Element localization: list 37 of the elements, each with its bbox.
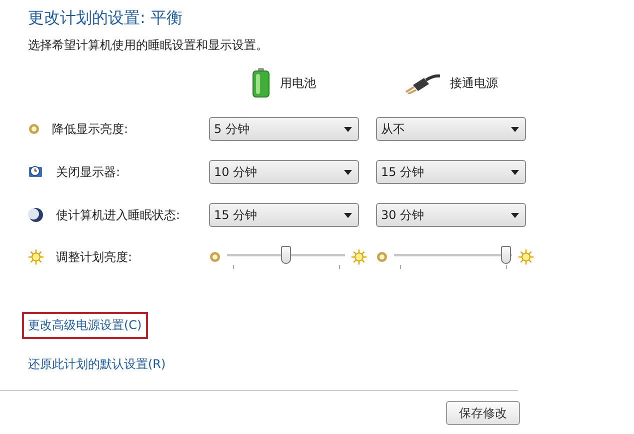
dropdown[interactable]: 5 分钟 bbox=[209, 117, 359, 141]
page-title: 更改计划的设置: 平衡 bbox=[28, 8, 184, 29]
dim-brightness-icon bbox=[28, 123, 40, 135]
moon-icon bbox=[28, 207, 44, 223]
dropdown[interactable]: 15 分钟 bbox=[209, 203, 359, 227]
caret-icon bbox=[344, 212, 352, 218]
dropdown[interactable]: 10 分钟 bbox=[209, 160, 359, 184]
brightness-slider[interactable] bbox=[227, 246, 345, 268]
save-button[interactable]: 保存修改 bbox=[446, 401, 520, 425]
page-description: 选择希望计算机使用的睡眠设置和显示设置。 bbox=[28, 37, 269, 54]
dim-brightness-icon bbox=[209, 251, 221, 263]
caret-icon bbox=[511, 212, 519, 218]
column-header: 接通电源 bbox=[450, 74, 498, 92]
plug-icon bbox=[404, 72, 440, 94]
setting-label: 调整计划亮度: bbox=[56, 248, 132, 266]
sun-icon bbox=[351, 249, 367, 265]
slider-thumb[interactable] bbox=[281, 246, 291, 264]
setting-label: 降低显示亮度: bbox=[52, 120, 128, 138]
dropdown[interactable]: 30 分钟 bbox=[376, 203, 526, 227]
settings-link[interactable]: 更改高级电源设置(C) bbox=[22, 312, 148, 339]
settings-link[interactable]: 还原此计划的默认设置(R) bbox=[22, 351, 172, 378]
caret-icon bbox=[511, 126, 519, 132]
column-header: 用电池 bbox=[280, 74, 316, 92]
monitor-clock-icon bbox=[28, 164, 44, 180]
caret-icon bbox=[344, 126, 352, 132]
dim-brightness-icon bbox=[376, 251, 388, 263]
setting-label: 关闭显示器: bbox=[56, 164, 120, 180]
slider-thumb[interactable] bbox=[501, 246, 512, 264]
battery-icon bbox=[252, 68, 270, 98]
dropdown[interactable]: 从不 bbox=[376, 117, 526, 141]
caret-icon bbox=[344, 170, 352, 174]
sun-icon bbox=[28, 249, 44, 265]
setting-label: 使计算机进入睡眠状态: bbox=[56, 206, 180, 224]
dropdown[interactable]: 15 分钟 bbox=[376, 160, 526, 184]
brightness-slider[interactable] bbox=[394, 246, 512, 268]
sun-icon bbox=[518, 249, 534, 265]
caret-icon bbox=[511, 170, 519, 174]
